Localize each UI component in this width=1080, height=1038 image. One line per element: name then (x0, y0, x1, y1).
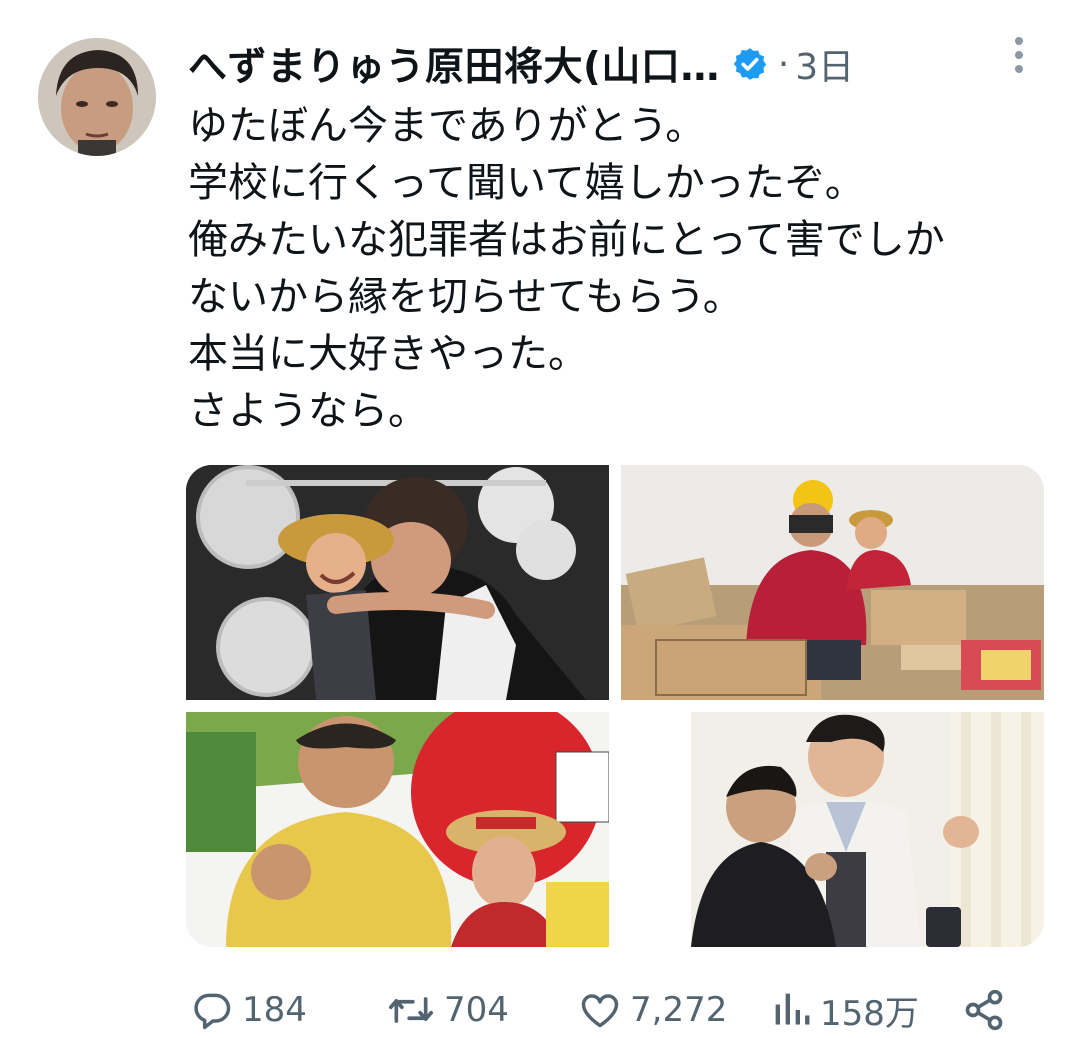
retweet-button[interactable]: 704 (386, 982, 509, 1038)
like-button[interactable]: 7,272 (578, 982, 727, 1038)
media-grid (186, 465, 1044, 947)
view-count: 158万 (820, 993, 919, 1034)
like-count: 7,272 (630, 990, 728, 1030)
retweet-icon (389, 997, 433, 1023)
tweet-header: へずまりゅう原田将大(山口… · 3日 (188, 36, 1038, 92)
tweet-text: ゆたぼん今までありがとう。 学校に行くって聞いて嬉しかったぞ。 俺みたいな犯罪者… (188, 98, 1048, 440)
views-button[interactable]: 158万 (772, 982, 919, 1038)
tweet-text-line: 学校に行くって聞いて嬉しかったぞ。 (188, 160, 865, 206)
avatar[interactable] (38, 38, 156, 156)
tweet-text-line: さようなら。 (188, 388, 428, 434)
share-icon (965, 989, 1003, 1031)
timestamp[interactable]: 3日 (795, 38, 854, 90)
tweet-text-line: 俺みたいな犯罪者はお前にとって害でしか (188, 217, 945, 263)
photo-suits[interactable] (621, 712, 1044, 947)
reply-button[interactable]: 184 (190, 982, 307, 1038)
tweet-text-line: ゆたぼん今までありがとう。 (188, 103, 706, 149)
reply-count: 184 (242, 990, 307, 1030)
display-name[interactable]: へずまりゅう原田将大(山口… (188, 36, 720, 92)
photo-yellow-shirt[interactable] (186, 712, 609, 947)
heart-icon (581, 994, 619, 1028)
photo-cardboard[interactable] (621, 465, 1044, 700)
avatar-image (38, 38, 156, 156)
tweet-text-line: 本当に大好きやった。 (188, 331, 588, 377)
more-vertical-icon[interactable] (1008, 36, 1030, 76)
photo-hug[interactable] (186, 465, 609, 700)
share-button[interactable] (962, 982, 1006, 1038)
verified-badge-icon (733, 48, 767, 80)
time-separator: · (777, 43, 790, 85)
reply-icon (194, 993, 231, 1030)
tweet-text-line: ないから縁を切らせてもらう。 (188, 274, 743, 320)
action-bar: 184 704 7,272 158万 (190, 982, 1050, 1038)
views-chart-icon (775, 993, 810, 1025)
retweet-count: 704 (444, 990, 509, 1030)
